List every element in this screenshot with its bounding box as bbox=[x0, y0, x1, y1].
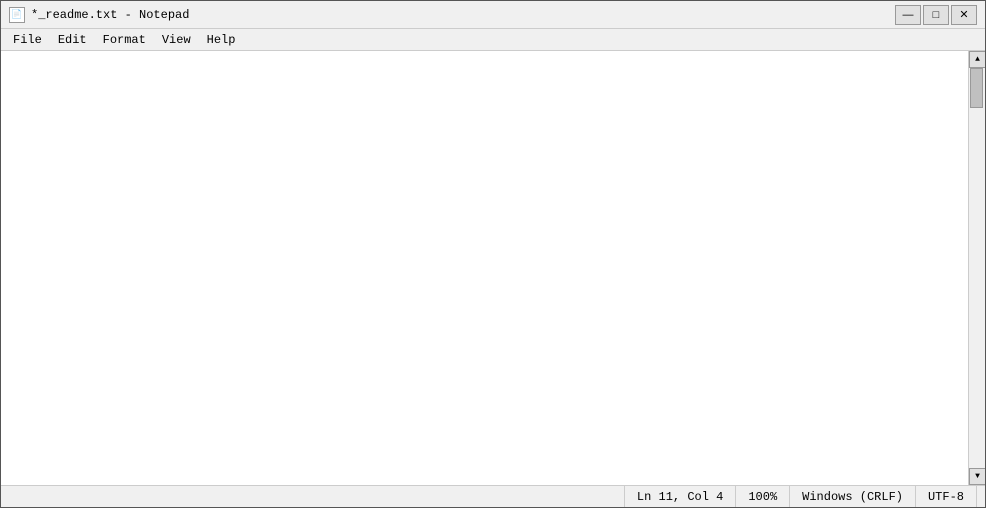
menu-bar: File Edit Format View Help bbox=[1, 29, 985, 51]
text-editor[interactable] bbox=[1, 51, 968, 485]
scroll-down-button[interactable]: ▼ bbox=[969, 468, 985, 485]
scroll-up-button[interactable]: ▲ bbox=[969, 51, 985, 68]
app-icon: 📄 bbox=[9, 7, 25, 23]
minimize-button[interactable]: — bbox=[895, 5, 921, 25]
status-empty bbox=[9, 486, 625, 507]
cursor-position: Ln 11, Col 4 bbox=[625, 486, 736, 507]
menu-format[interactable]: Format bbox=[95, 31, 154, 49]
close-button[interactable]: ✕ bbox=[951, 5, 977, 25]
scroll-track[interactable] bbox=[969, 68, 985, 468]
title-bar-controls: — □ ✕ bbox=[895, 5, 977, 25]
menu-edit[interactable]: Edit bbox=[50, 31, 95, 49]
window-title: *_readme.txt - Notepad bbox=[31, 8, 189, 22]
notepad-window: 📄 *_readme.txt - Notepad — □ ✕ File Edit… bbox=[0, 0, 986, 508]
status-bar: Ln 11, Col 4 100% Windows (CRLF) UTF-8 bbox=[1, 485, 985, 507]
line-ending: Windows (CRLF) bbox=[790, 486, 916, 507]
encoding: UTF-8 bbox=[916, 486, 977, 507]
vertical-scrollbar[interactable]: ▲ ▼ bbox=[968, 51, 985, 485]
zoom-level: 100% bbox=[736, 486, 790, 507]
title-bar: 📄 *_readme.txt - Notepad — □ ✕ bbox=[1, 1, 985, 29]
scroll-thumb[interactable] bbox=[970, 68, 983, 108]
title-bar-left: 📄 *_readme.txt - Notepad bbox=[9, 7, 189, 23]
menu-help[interactable]: Help bbox=[199, 31, 244, 49]
menu-view[interactable]: View bbox=[154, 31, 199, 49]
maximize-button[interactable]: □ bbox=[923, 5, 949, 25]
menu-file[interactable]: File bbox=[5, 31, 50, 49]
content-area: ▲ ▼ bbox=[1, 51, 985, 485]
